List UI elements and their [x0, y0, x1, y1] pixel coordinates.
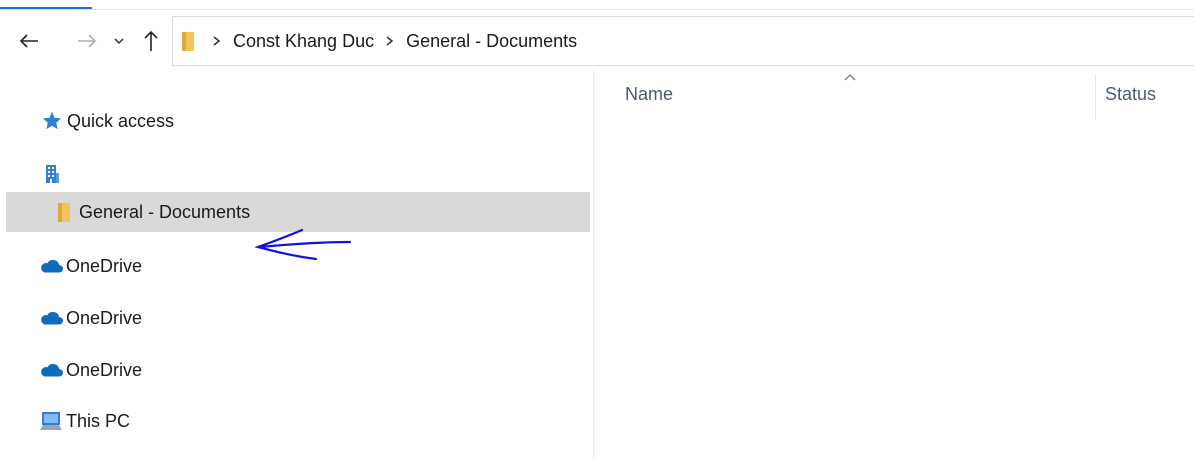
column-header-label: Status — [1105, 83, 1157, 104]
nav-item-label: OneDrive — [66, 307, 143, 328]
nav-item-quick-access[interactable]: Quick access — [6, 101, 590, 141]
onedrive-cloud-icon — [39, 306, 63, 330]
nav-item-site[interactable] — [6, 154, 590, 194]
column-header-status[interactable]: Status — [1096, 70, 1194, 118]
nav-item-label: This PC — [66, 410, 131, 431]
computer-icon — [39, 409, 63, 433]
nav-item-onedrive[interactable]: OneDrive — [6, 246, 590, 286]
star-icon — [40, 109, 64, 133]
chevron-down-icon — [114, 38, 124, 45]
arrow-up-icon — [144, 30, 158, 51]
back-button[interactable] — [14, 14, 44, 68]
onedrive-cloud-icon — [39, 254, 63, 278]
nav-item-general-documents[interactable]: General - Documents — [6, 192, 590, 232]
column-header-label: Name — [625, 83, 674, 104]
navigation-bar: Const Khang Duc General - Documents — [0, 14, 1194, 68]
navigation-pane: Quick access General - Documents OneDriv… — [0, 70, 594, 459]
nav-item-label: OneDrive — [66, 255, 143, 276]
column-header-name[interactable]: Name — [595, 70, 1095, 118]
breadcrumb-separator-icon[interactable] — [213, 36, 221, 46]
breadcrumb-item-site[interactable]: Const Khang Duc — [233, 31, 374, 52]
nav-item-label: OneDrive — [66, 359, 143, 380]
nav-item-onedrive[interactable]: OneDrive — [6, 350, 590, 390]
building-icon — [40, 162, 64, 186]
breadcrumb-item-library[interactable]: General - Documents — [406, 31, 577, 52]
address-bar[interactable]: Const Khang Duc General - Documents — [172, 16, 1194, 66]
ribbon-border — [0, 9, 1194, 10]
nav-item-label: General - Documents — [79, 201, 251, 222]
recent-locations-button[interactable] — [108, 14, 130, 68]
up-button[interactable] — [136, 14, 166, 68]
onedrive-cloud-icon — [39, 358, 63, 382]
folder-icon — [52, 200, 76, 224]
nav-item-onedrive[interactable]: OneDrive — [6, 298, 590, 338]
arrow-left-icon — [19, 34, 38, 48]
forward-button[interactable] — [72, 14, 102, 68]
file-list-view: Name Status — [595, 70, 1194, 459]
nav-item-this-pc[interactable]: This PC — [6, 401, 590, 441]
nav-item-label: Quick access — [67, 110, 175, 131]
breadcrumb-separator-icon[interactable] — [386, 36, 394, 46]
file-explorer-window: Const Khang Duc General - Documents Quic… — [0, 0, 1194, 459]
arrow-right-icon — [78, 34, 97, 48]
folder-icon — [181, 30, 197, 52]
